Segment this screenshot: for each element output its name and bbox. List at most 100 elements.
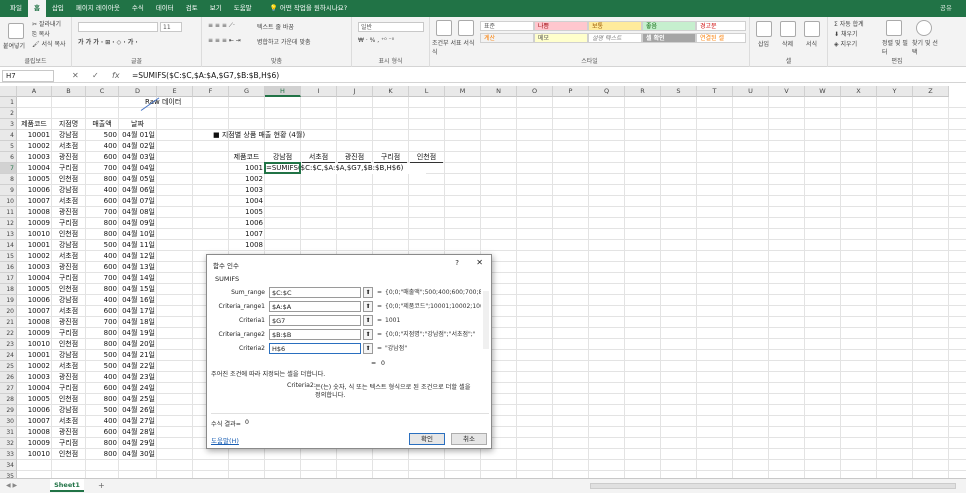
raw-data-cell[interactable]: 04월 02일 bbox=[120, 141, 155, 152]
raw-data-cell[interactable]: 04월 15일 bbox=[120, 284, 155, 295]
column-header[interactable]: U bbox=[733, 86, 769, 97]
row-header[interactable]: 26 bbox=[0, 372, 17, 383]
raw-data-cell[interactable]: 600 bbox=[87, 306, 117, 317]
arg-input[interactable]: H$6 bbox=[269, 343, 361, 354]
row-header[interactable]: 11 bbox=[0, 207, 17, 218]
row-header[interactable]: 16 bbox=[0, 262, 17, 273]
row-header[interactable]: 10 bbox=[0, 196, 17, 207]
name-box[interactable]: H7 bbox=[2, 70, 54, 82]
row-header[interactable]: 14 bbox=[0, 240, 17, 251]
raw-data-cell[interactable]: 구리점 bbox=[53, 438, 84, 449]
raw-data-cell[interactable]: 서초점 bbox=[53, 196, 84, 207]
raw-data-cell[interactable]: 인천점 bbox=[53, 284, 84, 295]
add-sheet-button[interactable]: + bbox=[98, 481, 105, 490]
row-header[interactable]: 2 bbox=[0, 108, 17, 119]
raw-data-cell[interactable]: 10005 bbox=[18, 174, 50, 185]
raw-data-cell[interactable]: 700 bbox=[87, 207, 117, 218]
row-header[interactable]: 29 bbox=[0, 405, 17, 416]
copy-button[interactable]: ⎘ 복사 bbox=[32, 29, 50, 39]
raw-data-cell[interactable]: 04월 16일 bbox=[120, 295, 155, 306]
tell-me-search[interactable]: 💡 어떤 작업을 원하시나요? bbox=[264, 0, 354, 17]
raw-data-cell[interactable]: 10005 bbox=[18, 284, 50, 295]
raw-data-cell[interactable]: 04월 28일 bbox=[120, 427, 155, 438]
raw-data-cell[interactable]: 800 bbox=[87, 218, 117, 229]
row-header[interactable]: 23 bbox=[0, 339, 17, 350]
raw-data-cell[interactable]: 10010 bbox=[18, 229, 50, 240]
collapse-dialog-icon[interactable]: ⬆ bbox=[363, 315, 373, 326]
conditional-format-icon[interactable] bbox=[436, 20, 452, 36]
enter-formula-icon[interactable]: ✓ bbox=[92, 70, 99, 82]
menu-file[interactable]: 파일 bbox=[4, 0, 28, 17]
raw-data-cell[interactable]: 10006 bbox=[18, 405, 50, 416]
row-header[interactable]: 20 bbox=[0, 306, 17, 317]
sheet-nav-arrows[interactable]: ◀ ▶ bbox=[6, 482, 17, 489]
column-header[interactable]: D bbox=[119, 86, 157, 97]
row-header[interactable]: 3 bbox=[0, 119, 17, 130]
raw-data-cell[interactable]: 10005 bbox=[18, 394, 50, 405]
raw-data-cell[interactable]: 광진점 bbox=[53, 207, 84, 218]
report-header-cell[interactable]: 구리점 bbox=[374, 152, 407, 163]
raw-data-cell[interactable]: 800 bbox=[87, 174, 117, 185]
raw-data-cell[interactable]: 04월 12일 bbox=[120, 251, 155, 262]
raw-data-cell[interactable]: 구리점 bbox=[53, 273, 84, 284]
report-header-cell[interactable]: 인천점 bbox=[410, 152, 443, 163]
raw-data-cell[interactable]: 10006 bbox=[18, 295, 50, 306]
raw-data-cell[interactable]: 800 bbox=[87, 449, 117, 460]
row-header[interactable]: 31 bbox=[0, 427, 17, 438]
collapse-dialog-icon[interactable]: ⬆ bbox=[363, 343, 373, 354]
font-size-combo[interactable]: 11 bbox=[160, 22, 182, 32]
report-code-cell[interactable]: 1008 bbox=[230, 240, 263, 251]
fill-button[interactable]: ⬇ 채우기 bbox=[834, 29, 858, 38]
raw-data-cell[interactable]: 04월 20일 bbox=[120, 339, 155, 350]
raw-data-cell[interactable]: 인천점 bbox=[53, 449, 84, 460]
format-painter-button[interactable]: 🖌 서식 복사 bbox=[32, 39, 66, 48]
raw-data-cell[interactable]: 인천점 bbox=[53, 394, 84, 405]
raw-data-cell[interactable]: 04월 13일 bbox=[120, 262, 155, 273]
raw-data-cell[interactable]: 700 bbox=[87, 317, 117, 328]
menu-page-layout[interactable]: 페이지 레이아웃 bbox=[70, 0, 126, 17]
column-header[interactable]: I bbox=[301, 86, 337, 97]
delete-cells-icon[interactable] bbox=[780, 21, 796, 37]
formula-input[interactable]: =SUMIFS($C:$C,$A:$A,$G7,$B:$B,H$6) bbox=[132, 70, 279, 82]
raw-header-cell[interactable]: 매출액 bbox=[87, 119, 117, 130]
style-bad[interactable]: 나쁨 bbox=[534, 21, 588, 31]
column-header[interactable]: H bbox=[265, 86, 301, 97]
raw-data-cell[interactable]: 10004 bbox=[18, 163, 50, 174]
row-header[interactable]: 19 bbox=[0, 295, 17, 306]
raw-data-cell[interactable]: 04월 21일 bbox=[120, 350, 155, 361]
raw-data-cell[interactable]: 04월 25일 bbox=[120, 394, 155, 405]
raw-data-cell[interactable]: 10008 bbox=[18, 207, 50, 218]
raw-data-cell[interactable]: 10002 bbox=[18, 141, 50, 152]
raw-data-cell[interactable]: 04월 23일 bbox=[120, 372, 155, 383]
raw-data-cell[interactable]: 04월 04일 bbox=[120, 163, 155, 174]
row-header[interactable]: 18 bbox=[0, 284, 17, 295]
raw-data-cell[interactable]: 04월 06일 bbox=[120, 185, 155, 196]
raw-data-cell[interactable]: 400 bbox=[87, 372, 117, 383]
column-header[interactable]: T bbox=[697, 86, 733, 97]
row-header[interactable]: 8 bbox=[0, 174, 17, 185]
raw-data-cell[interactable]: 600 bbox=[87, 152, 117, 163]
column-header[interactable]: E bbox=[157, 86, 193, 97]
raw-data-cell[interactable]: 강남점 bbox=[53, 295, 84, 306]
raw-data-cell[interactable]: 광진점 bbox=[53, 372, 84, 383]
row-header[interactable]: 32 bbox=[0, 438, 17, 449]
raw-data-cell[interactable]: 10003 bbox=[18, 152, 50, 163]
insert-cells-icon[interactable] bbox=[756, 21, 772, 37]
report-code-cell[interactable]: 1007 bbox=[230, 229, 263, 240]
collapse-dialog-icon[interactable]: ⬆ bbox=[363, 301, 373, 312]
raw-data-cell[interactable]: 서초점 bbox=[53, 141, 84, 152]
raw-data-cell[interactable]: 10010 bbox=[18, 339, 50, 350]
row-header[interactable]: 34 bbox=[0, 460, 17, 471]
raw-data-cell[interactable]: 10007 bbox=[18, 416, 50, 427]
raw-data-cell[interactable]: 400 bbox=[87, 295, 117, 306]
raw-data-cell[interactable]: 800 bbox=[87, 438, 117, 449]
column-header[interactable]: P bbox=[553, 86, 589, 97]
raw-data-cell[interactable]: 04월 08일 bbox=[120, 207, 155, 218]
column-header[interactable]: N bbox=[481, 86, 517, 97]
raw-data-cell[interactable]: 구리점 bbox=[53, 328, 84, 339]
style-calculation[interactable]: 계산 bbox=[480, 33, 534, 43]
column-header[interactable]: M bbox=[445, 86, 481, 97]
raw-data-cell[interactable]: 04월 27일 bbox=[120, 416, 155, 427]
arg-input[interactable]: $C:$C bbox=[269, 287, 361, 298]
raw-data-cell[interactable]: 700 bbox=[87, 273, 117, 284]
